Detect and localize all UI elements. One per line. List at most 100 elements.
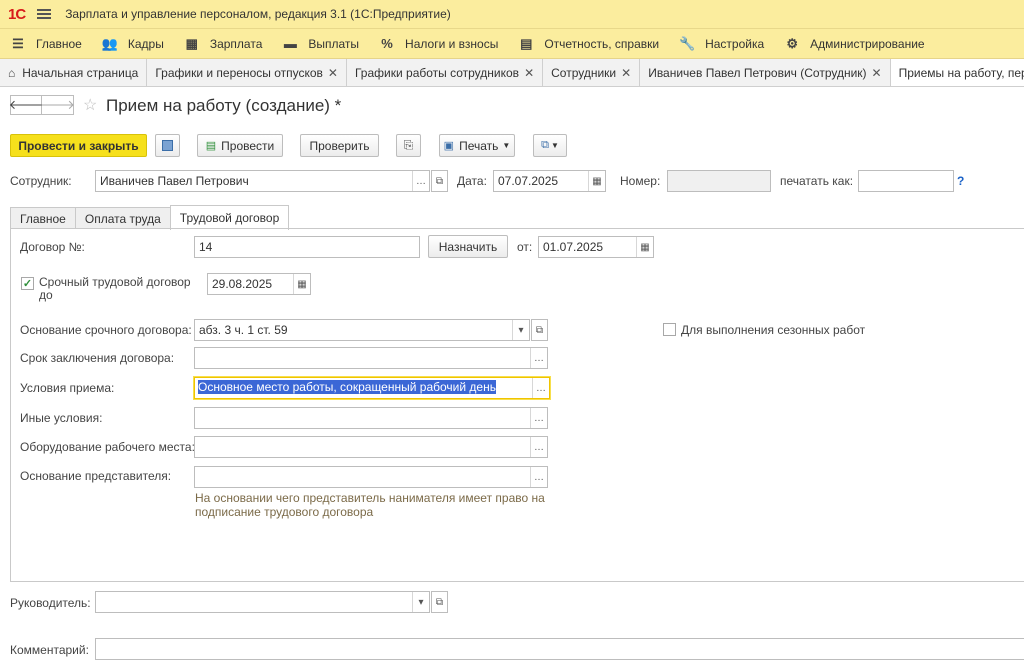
number-field [667, 170, 771, 192]
tab-vacation-schedules[interactable]: Графики и переносы отпусков ✕ [147, 59, 347, 86]
manager-field[interactable]: ▾ [95, 591, 430, 613]
fixed-term-checkbox[interactable]: ✓ [21, 277, 34, 290]
people-icon: 👥 [101, 35, 119, 51]
home-icon: ⌂ [8, 65, 16, 80]
tab-employee-card[interactable]: Иваничев Павел Петрович (Сотрудник) ✕ [640, 59, 891, 86]
main-menu-icon[interactable] [37, 9, 52, 19]
hiring-conditions-field[interactable]: Основное место работы, сокращенный рабоч… [194, 377, 550, 399]
post-and-close-button[interactable]: Провести и закрыть [10, 134, 147, 157]
tab-work-schedules[interactable]: Графики работы сотрудников ✕ [347, 59, 544, 86]
create-based-icon: ⧉ [541, 139, 549, 151]
help-icon[interactable]: ? [957, 174, 964, 188]
other-conditions-field[interactable]: … [194, 407, 548, 429]
close-icon[interactable]: ✕ [524, 66, 534, 80]
date-field[interactable]: 07.07.2025 ▦ [493, 170, 606, 192]
tab-contract[interactable]: Трудовой договор [169, 205, 290, 230]
seasonal-work-label: Для выполнения сезонных работ [681, 323, 866, 337]
payment-icon: ▬ [283, 36, 297, 51]
tab-payment[interactable]: Оплата труда [74, 207, 171, 229]
contract-term-label: Срок заключения договора: [20, 351, 175, 365]
print-button[interactable]: ▣ Печать ▼ [439, 134, 515, 157]
assign-number-button[interactable]: Назначить [428, 235, 508, 258]
menu-admin[interactable]: ⚙ Администрирование [774, 29, 934, 59]
forward-button[interactable]: 🡒 [40, 95, 75, 115]
seasonal-work-checkbox[interactable] [663, 323, 676, 336]
close-icon[interactable]: ✕ [328, 66, 338, 80]
sections-menu: ☰ Главное 👥 Кадры ▦ Зарплата ▬ Выплаты % Нало… [0, 29, 1024, 59]
calendar-icon[interactable]: ▦ [293, 274, 310, 294]
other-conditions-label: Иные условия: [20, 411, 103, 425]
contract-from-label: от: [517, 240, 533, 254]
term-basis-field[interactable]: абз. 3 ч. 1 ст. 59 ▾ [194, 319, 530, 341]
hiring-conditions-label: Условия приема: [20, 381, 115, 395]
calendar-icon[interactable]: ▦ [588, 171, 605, 191]
attach-button[interactable]: ⎘ [396, 134, 421, 157]
menu-salary[interactable]: ▦ Зарплата [174, 29, 273, 59]
representative-basis-label: Основание представителя: [20, 469, 172, 483]
favorite-star-icon[interactable]: ☆ [83, 95, 97, 115]
open-basis-button[interactable]: ⧉ [531, 319, 548, 341]
employee-label: Сотрудник: [10, 174, 72, 188]
fixed-term-label: Срочный трудовой договор до [39, 275, 191, 302]
print-as-field[interactable] [858, 170, 954, 192]
contract-term-field[interactable]: … [194, 347, 548, 369]
check-button[interactable]: Проверить [300, 134, 379, 157]
percent-icon: % [381, 36, 393, 51]
calendar-icon[interactable]: ▦ [636, 237, 653, 257]
app-logo: 1С [8, 5, 26, 23]
menu-hr[interactable]: 👥 Кадры [92, 29, 174, 59]
term-basis-label: Основание срочного договора: [20, 323, 192, 337]
manager-label: Руководитель: [10, 596, 91, 610]
select-ellipsis-icon[interactable]: … [530, 467, 547, 487]
open-employee-button[interactable]: ⧉ [431, 170, 448, 192]
representative-basis-field[interactable]: … [194, 466, 548, 488]
report-icon: ▤ [520, 35, 533, 51]
select-ellipsis-icon[interactable]: … [530, 408, 547, 428]
tab-home[interactable]: ⌂ Начальная страница [0, 59, 148, 86]
hamburger-icon: ☰ [12, 35, 24, 51]
paperclip-icon: ⎘ [403, 138, 414, 152]
title-bar: 1С Зарплата и управление персоналом, ред… [0, 0, 1024, 29]
number-label: Номер: [620, 174, 661, 188]
contract-number-label: Договор №: [20, 240, 85, 254]
dropdown-arrow-icon[interactable]: ▾ [512, 320, 529, 340]
comment-field[interactable] [95, 638, 1024, 660]
history-nav: 🡐 🡒 [9, 95, 75, 115]
open-link-icon: ⧉ [435, 596, 444, 608]
workplace-equipment-label: Оборудование рабочего места: [20, 440, 195, 454]
menu-main[interactable]: ☰ Главное [0, 29, 92, 59]
app-title: Зарплата и управление персоналом, редакц… [65, 7, 451, 21]
menu-taxes[interactable]: % Налоги и взносы [369, 29, 508, 59]
save-icon [162, 140, 173, 151]
dropdown-arrow-icon[interactable]: ▾ [412, 592, 429, 612]
fixed-term-date-field[interactable]: 29.08.2025 ▦ [207, 273, 311, 295]
contract-number-field[interactable]: 14 [194, 236, 420, 258]
select-ellipsis-icon[interactable]: … [530, 437, 547, 457]
workplace-equipment-field[interactable]: … [194, 436, 548, 458]
date-label: Дата: [457, 174, 487, 188]
representative-basis-hint: На основании чего представитель нанимате… [195, 491, 545, 519]
contract-date-field[interactable]: 01.07.2025 ▦ [538, 236, 654, 258]
form-title: Прием на работу (создание) * [106, 96, 342, 115]
create-based-on-button[interactable]: ⧉ ▼ [533, 134, 567, 157]
close-icon[interactable]: ✕ [872, 66, 882, 80]
select-ellipsis-icon[interactable]: … [412, 171, 429, 191]
save-button[interactable] [155, 134, 180, 157]
tab-main[interactable]: Главное [10, 207, 76, 229]
employee-field[interactable]: Иваничев Павел Петрович … [95, 170, 430, 192]
printer-icon: ▣ [443, 140, 455, 152]
tab-employees[interactable]: Сотрудники ✕ [543, 59, 641, 86]
menu-settings[interactable]: 🔧 Настройка [669, 29, 774, 59]
open-link-icon: ⧉ [435, 175, 444, 187]
menu-reports[interactable]: ▤ Отчетность, справки [508, 29, 669, 59]
back-button[interactable]: 🡐 [9, 95, 43, 115]
select-ellipsis-icon[interactable]: … [532, 378, 549, 398]
print-as-label: печатать как: [780, 174, 854, 188]
open-manager-button[interactable]: ⧉ [431, 591, 448, 613]
menu-payments[interactable]: ▬ Выплаты [272, 29, 369, 59]
tab-hirings[interactable]: Приемы на работу, переводы [890, 59, 1024, 86]
comment-label: Комментарий: [10, 643, 89, 657]
post-button[interactable]: ▤ Провести [197, 134, 283, 157]
close-icon[interactable]: ✕ [621, 66, 631, 80]
select-ellipsis-icon[interactable]: … [530, 348, 547, 368]
